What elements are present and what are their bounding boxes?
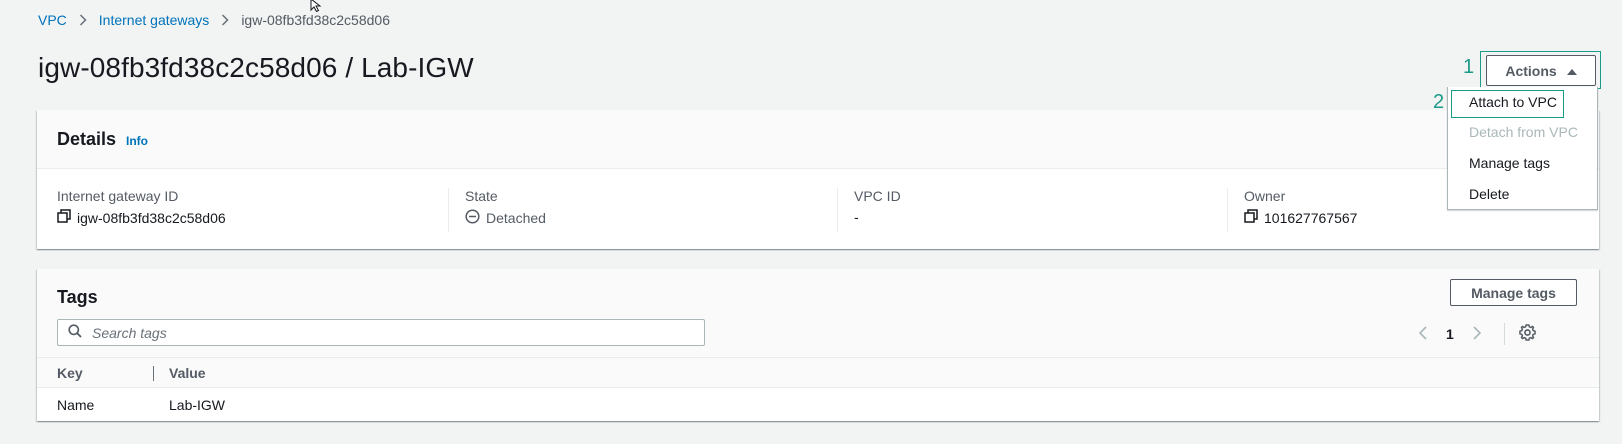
detail-value: igw-08fb3fd38c2c58d06: [57, 209, 226, 226]
detail-vpc-id: VPC ID -: [837, 188, 1223, 232]
pagination: 1: [1418, 323, 1536, 345]
column-header-value[interactable]: Value: [169, 365, 206, 381]
detail-label: VPC ID: [854, 188, 901, 204]
detail-label: Owner: [1244, 188, 1286, 204]
pager-divider: [1503, 323, 1505, 345]
tags-panel: Tags Manage tags 1 K: [37, 269, 1599, 421]
copy-icon[interactable]: [1244, 209, 1258, 226]
detail-label: State: [465, 188, 498, 204]
detail-value: 101627767567: [1244, 209, 1357, 226]
tag-value-cell: Lab-IGW: [169, 397, 226, 413]
state-value: Detached: [486, 210, 546, 226]
annotation-highlight-attach: [1451, 90, 1564, 118]
owner-value: 101627767567: [1264, 209, 1358, 226]
details-info-link[interactable]: Info: [126, 134, 148, 148]
detail-label: Internet gateway ID: [57, 188, 179, 204]
internet-gateway-id-value: igw-08fb3fd38c2c58d06: [77, 209, 226, 226]
breadcrumb: VPC Internet gateways igw-08fb3fd38c2c58…: [38, 12, 390, 28]
details-panel: Details Info Internet gateway ID igw-08f…: [37, 110, 1599, 249]
annotation-step-1: 1: [1463, 56, 1475, 78]
search-tags-box[interactable]: [57, 319, 705, 346]
table-row: Name Lab-IGW: [37, 388, 1599, 421]
details-header: Details Info: [37, 110, 1599, 169]
breadcrumb-vpc-link[interactable]: VPC: [38, 12, 67, 28]
detail-value: Detached: [465, 209, 546, 227]
chevron-right-icon: [79, 14, 87, 26]
chevron-right-icon: [221, 14, 229, 26]
caret-up-icon: [1566, 63, 1577, 79]
current-page-number[interactable]: 1: [1446, 326, 1454, 342]
vpc-id-value: -: [854, 209, 859, 225]
tags-title: Tags: [57, 287, 98, 307]
detail-internet-gateway-id: Internet gateway ID igw-08fb3fd38c2c58d0…: [57, 188, 427, 232]
actions-button-label: Actions: [1505, 62, 1557, 79]
detail-state: State Detached: [448, 188, 833, 232]
page-title: igw-08fb3fd38c2c58d06 / Lab-IGW: [38, 52, 474, 83]
detached-status-icon: [465, 209, 480, 227]
actions-button[interactable]: Actions: [1486, 55, 1596, 86]
column-header-key[interactable]: Key: [57, 365, 83, 381]
search-tags-input[interactable]: [92, 324, 672, 341]
mouse-cursor-icon: [310, 0, 324, 15]
menu-item-detach-from-vpc: Detach from VPC: [1469, 124, 1578, 140]
tags-header: Tags Manage tags 1: [37, 269, 1599, 357]
manage-tags-button[interactable]: Manage tags: [1450, 279, 1577, 306]
menu-item-manage-tags[interactable]: Manage tags: [1469, 155, 1550, 171]
search-icon: [68, 324, 82, 341]
details-title: Details: [57, 129, 117, 149]
settings-gear-icon[interactable]: [1519, 324, 1536, 344]
copy-icon[interactable]: [57, 209, 71, 226]
tag-key-cell: Name: [57, 397, 95, 413]
menu-item-delete[interactable]: Delete: [1469, 186, 1509, 202]
tags-table-header: Key Value: [37, 357, 1599, 388]
column-divider[interactable]: [153, 366, 154, 381]
previous-page-icon[interactable]: [1418, 325, 1428, 343]
breadcrumb-internet-gateways-link[interactable]: Internet gateways: [99, 12, 210, 28]
next-page-icon[interactable]: [1472, 325, 1482, 343]
